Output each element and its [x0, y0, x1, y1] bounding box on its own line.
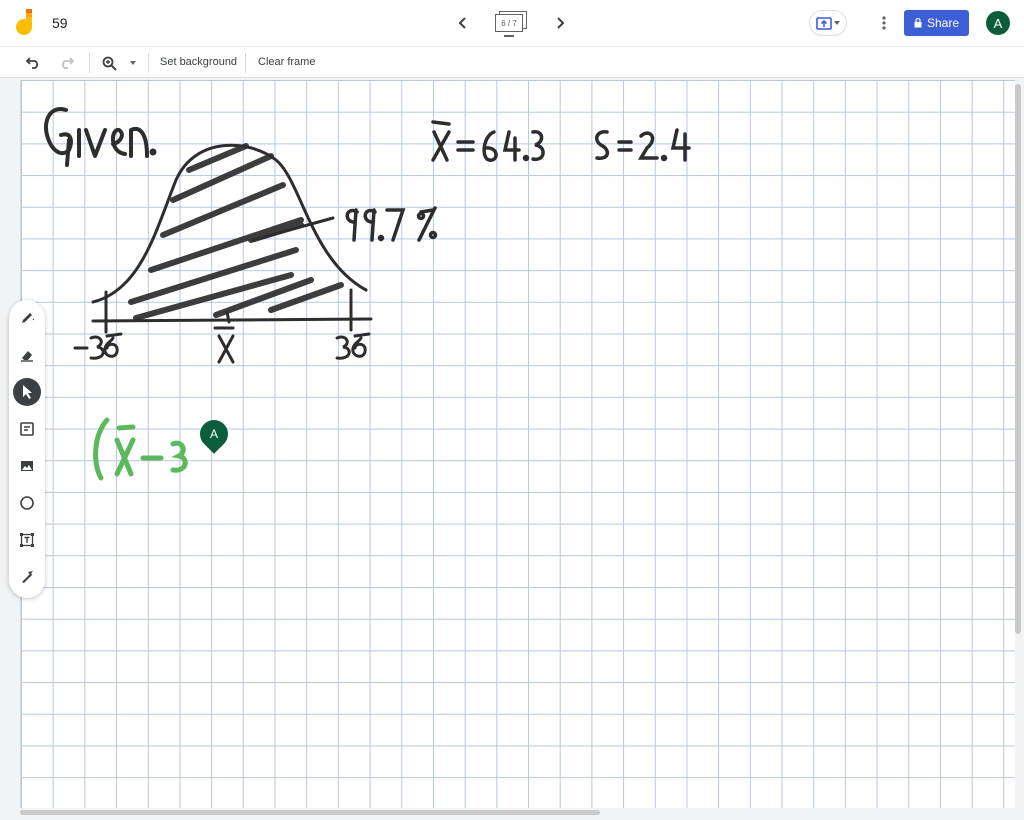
frame-indicator: 6 / 7 — [495, 14, 523, 32]
tool-panel — [9, 300, 45, 598]
sticky-note-icon — [20, 422, 34, 436]
share-button[interactable]: Share — [904, 10, 969, 36]
clear-frame-button[interactable]: Clear frame — [258, 56, 315, 68]
previous-frame-button[interactable] — [452, 12, 474, 34]
undo-icon — [26, 57, 38, 69]
zoom-dropdown[interactable] — [124, 54, 142, 72]
text-box-tool-button[interactable] — [13, 526, 41, 554]
laser-tool-button[interactable] — [13, 563, 41, 591]
image-icon — [21, 461, 33, 471]
set-background-button[interactable]: Set background — [160, 56, 237, 68]
zoom-in-icon — [102, 56, 117, 71]
redo-button[interactable] — [58, 54, 76, 72]
lock-icon — [914, 18, 922, 28]
image-tool-button[interactable] — [13, 452, 41, 480]
present-icon — [816, 16, 832, 30]
toolbar-divider — [148, 53, 149, 73]
handwriting-layer — [44, 107, 691, 481]
bell-curve-sketch — [91, 143, 373, 334]
chevron-right-icon — [557, 17, 565, 29]
share-label: Share — [926, 16, 960, 30]
redo-icon — [62, 57, 74, 69]
frame-underline — [504, 35, 514, 37]
account-avatar[interactable]: A — [986, 11, 1010, 35]
toolbar-divider — [245, 53, 246, 73]
pen-icon — [22, 313, 35, 323]
pen-tool-button[interactable] — [13, 304, 41, 332]
axis-label-center — [213, 326, 235, 364]
zoom-button[interactable] — [100, 54, 118, 72]
frame-bar-toggle[interactable]: 6 / 7 — [494, 11, 528, 37]
toolbar-divider — [89, 53, 90, 73]
handwritten-green-expression — [93, 417, 188, 481]
more-vert-icon — [882, 16, 886, 30]
whiteboard-canvas[interactable] — [20, 80, 1015, 808]
handwritten-mean-equation — [431, 120, 545, 162]
dropdown-arrow-icon — [130, 61, 136, 65]
more-options-button[interactable] — [873, 12, 895, 34]
collaborator-initial: A — [209, 427, 218, 441]
collaborator-cursor: A — [194, 414, 234, 454]
sticky-note-tool-button[interactable] — [13, 415, 41, 443]
next-frame-button[interactable] — [549, 12, 571, 34]
jamboard-logo-icon[interactable] — [14, 9, 40, 37]
document-title[interactable]: 59 — [52, 15, 68, 31]
chevron-left-icon — [458, 17, 466, 29]
editing-toolbar: Set background Clear frame — [0, 46, 1024, 78]
select-tool-button[interactable] — [13, 378, 41, 406]
circle-tool-button[interactable] — [13, 489, 41, 517]
laser-icon — [22, 571, 33, 583]
dropdown-arrow-icon — [834, 21, 840, 25]
vertical-scrollbar[interactable] — [1015, 84, 1021, 634]
handwritten-sd-equation — [595, 128, 691, 162]
eraser-icon — [21, 351, 33, 362]
undo-button[interactable] — [24, 54, 42, 72]
select-icon — [23, 385, 32, 399]
handwritten-given — [44, 107, 157, 167]
handwritten-percent — [345, 206, 438, 242]
horizontal-scrollbar[interactable] — [20, 810, 600, 815]
circle-icon — [20, 496, 34, 510]
text-box-icon — [20, 533, 34, 547]
axis-label-right — [335, 332, 371, 360]
axis-label-left — [73, 332, 123, 360]
top-bar: 59 6 / 7 Share A — [0, 0, 1024, 46]
present-button[interactable] — [809, 10, 847, 36]
eraser-tool-button[interactable] — [13, 341, 41, 369]
